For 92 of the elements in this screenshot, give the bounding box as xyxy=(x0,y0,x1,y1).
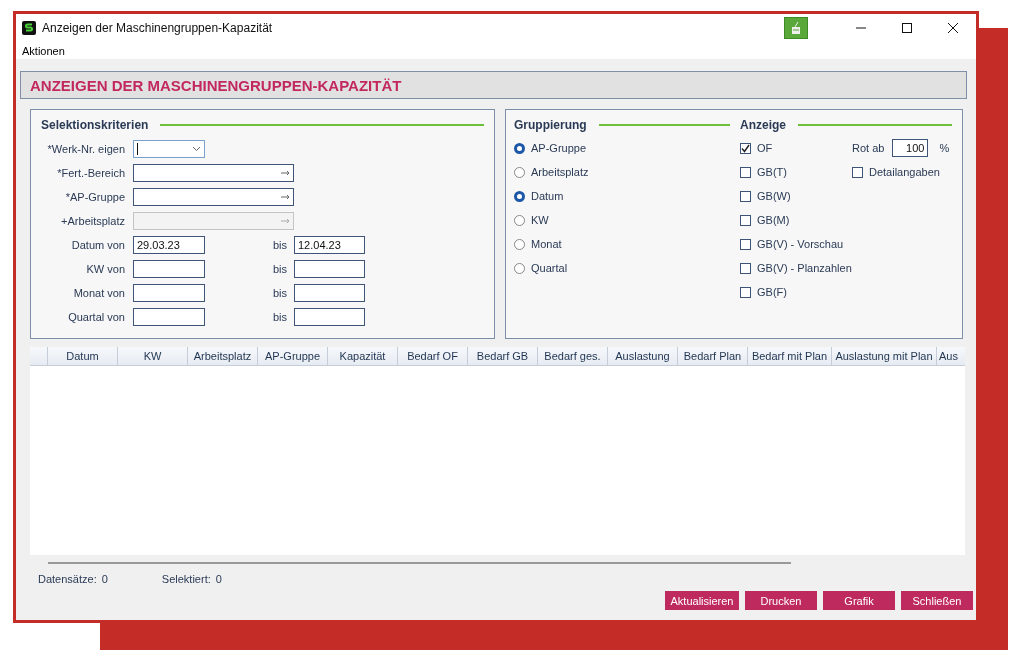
arrow-right-icon xyxy=(281,170,290,176)
status-value: 0 xyxy=(101,573,108,585)
column-header[interactable]: Aus xyxy=(937,347,958,365)
checkbox[interactable] xyxy=(852,166,863,178)
field-label: Quartal von xyxy=(67,311,126,323)
radio-button[interactable] xyxy=(514,262,525,274)
checkbox-option[interactable]: GB(F) xyxy=(740,284,852,300)
menu-item[interactable]: Aktionen xyxy=(22,44,65,57)
printer-icon xyxy=(790,21,802,35)
status-value: 0 xyxy=(215,573,222,585)
column-header[interactable]: Bedarf ges. xyxy=(538,347,608,365)
column-header[interactable]: Arbeitsplatz xyxy=(188,347,258,365)
section-title: Anzeige xyxy=(740,118,786,132)
checkbox-option[interactable]: Detailangaben xyxy=(852,164,950,180)
field-label: *AP-Gruppe xyxy=(64,191,126,203)
checkmark-icon xyxy=(741,143,750,153)
arrow-right-icon xyxy=(281,194,290,200)
field-label: *Fert.-Bereich xyxy=(56,167,126,179)
dropdown-field[interactable] xyxy=(133,140,205,158)
column-header[interactable]: Bedarf GB xyxy=(468,347,538,365)
input-field[interactable] xyxy=(133,308,205,326)
toolbar-button[interactable] xyxy=(784,17,808,39)
section-title: Gruppierung xyxy=(514,118,587,132)
radio-option[interactable]: Monat xyxy=(514,236,730,252)
input-field[interactable]: 100 xyxy=(892,139,929,157)
input-field[interactable] xyxy=(294,260,365,278)
action-button[interactable]: Grafik xyxy=(823,591,895,610)
lookup-field[interactable] xyxy=(133,188,294,206)
chevron-down-icon xyxy=(192,146,201,152)
checkbox[interactable] xyxy=(740,262,751,274)
status-label: Datensätze: xyxy=(38,573,97,585)
checkbox-option[interactable]: GB(V) - Planzahlen xyxy=(740,260,852,276)
checkbox[interactable] xyxy=(740,286,751,298)
unit-label: % xyxy=(939,142,950,154)
radio-button[interactable] xyxy=(514,238,525,250)
input-field[interactable]: 12.04.23 xyxy=(294,236,365,254)
maximize-icon xyxy=(902,23,912,33)
section-title: Selektionskriterien xyxy=(41,118,149,132)
input-field[interactable] xyxy=(133,260,205,278)
action-button[interactable]: Aktualisieren xyxy=(665,591,739,610)
column-header[interactable]: AP-Gruppe xyxy=(258,347,328,365)
column-header[interactable]: Bedarf mit Plan xyxy=(748,347,832,365)
column-header[interactable]: Bedarf OF xyxy=(398,347,468,365)
radio-button[interactable] xyxy=(514,190,525,202)
field-label: bis xyxy=(271,311,288,323)
field-label: *Werk-Nr. eigen xyxy=(46,143,126,155)
column-header[interactable]: Bedarf Plan xyxy=(678,347,748,365)
arrow-right-icon xyxy=(281,218,290,224)
action-button[interactable]: Drucken xyxy=(745,591,817,610)
window-title: Anzeigen der Maschinengruppen-Kapazität xyxy=(42,21,274,35)
status-label: Selektiert: xyxy=(161,573,211,585)
column-header[interactable]: Kapazität xyxy=(328,347,398,365)
app-logo-icon xyxy=(22,21,36,35)
checkbox-option[interactable]: GB(V) - Vorschau xyxy=(740,236,852,252)
checkbox-option[interactable]: GB(M) xyxy=(740,212,852,228)
field-label: KW von xyxy=(85,263,126,275)
radio-option[interactable]: AP-Gruppe xyxy=(514,140,730,156)
checkbox-option[interactable]: GB(W) xyxy=(740,188,852,204)
lookup-field[interactable] xyxy=(133,164,294,182)
checkbox[interactable] xyxy=(740,214,751,226)
field-label: bis xyxy=(271,263,288,275)
radio-option[interactable]: KW xyxy=(514,212,730,228)
checkbox[interactable] xyxy=(740,142,751,154)
checkbox[interactable] xyxy=(740,166,751,178)
column-header[interactable]: Datum xyxy=(48,347,118,365)
field-label: Datum von xyxy=(70,239,126,251)
radio-button[interactable] xyxy=(514,142,525,154)
checkbox[interactable] xyxy=(740,238,751,250)
field-label: Monat von xyxy=(72,287,126,299)
input-field[interactable] xyxy=(294,308,365,326)
input-field[interactable] xyxy=(294,284,365,302)
checkbox[interactable] xyxy=(740,190,751,202)
close-icon xyxy=(948,23,958,33)
column-header[interactable]: Auslastung mit Plan xyxy=(832,347,937,365)
checkbox-option[interactable]: GB(T) xyxy=(740,164,852,180)
radio-button[interactable] xyxy=(514,166,525,178)
radio-option[interactable]: Datum xyxy=(514,188,730,204)
page-heading: ANZEIGEN DER MASCHINENGRUPPEN-KAPAZITÄT xyxy=(20,71,967,99)
field-label: bis xyxy=(271,287,288,299)
radio-option[interactable]: Quartal xyxy=(514,260,730,276)
field-label: +Arbeitsplatz xyxy=(60,215,126,227)
horizontal-scrollbar[interactable] xyxy=(48,562,791,564)
input-field[interactable]: 29.03.23 xyxy=(133,236,205,254)
field-label: Rot ab xyxy=(852,142,885,154)
action-button[interactable]: Schließen xyxy=(901,591,973,610)
radio-option[interactable]: Arbeitsplatz xyxy=(514,164,730,180)
checkbox-option[interactable]: OF xyxy=(740,140,852,156)
field-label: bis xyxy=(271,239,288,251)
input-field[interactable] xyxy=(133,284,205,302)
column-header[interactable]: KW xyxy=(118,347,188,365)
radio-button[interactable] xyxy=(514,214,525,226)
column-header[interactable]: Auslastung xyxy=(608,347,678,365)
